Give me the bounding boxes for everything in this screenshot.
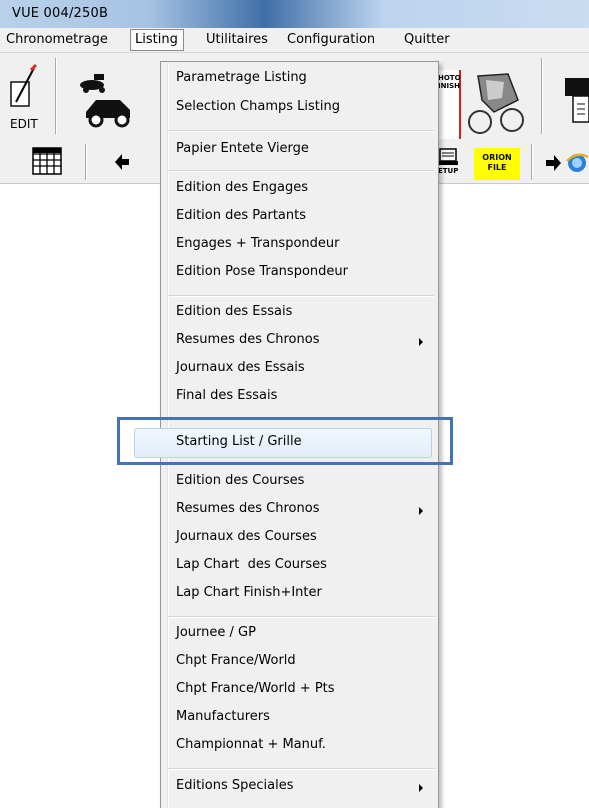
menu-quitter[interactable]: Quitter xyxy=(404,32,450,47)
menu-item-lap-chart-des-courses[interactable]: Lap Chart des Courses xyxy=(176,557,327,572)
menu-item-lap-chart-finish-inter[interactable]: Lap Chart Finish+Inter xyxy=(176,585,322,600)
menu-item-chpt-france-world-pts[interactable]: Chpt France/World + Pts xyxy=(176,681,335,696)
orion-file-button[interactable]: ORION FILE xyxy=(474,148,520,180)
menu-item-resumes-des-chronos-essais[interactable]: Resumes des Chronos xyxy=(176,332,319,347)
menu-utilitaires[interactable]: Utilitaires xyxy=(206,32,268,47)
menu-item-edition-des-essais[interactable]: Edition des Essais xyxy=(176,304,292,319)
menu-item-engages-transpondeur[interactable]: Engages + Transpondeur xyxy=(176,236,339,251)
menu-separator xyxy=(168,130,434,132)
edit-label: EDIT xyxy=(10,117,38,131)
arrow-left-icon xyxy=(115,154,129,170)
menu-item-papier-entete-vierge[interactable]: Papier Entete Vierge xyxy=(176,141,309,156)
motorcycle-car-icon xyxy=(80,74,130,128)
orion-file-label: ORION FILE xyxy=(482,153,512,172)
menu-chronometrage[interactable]: Chronometrage xyxy=(6,32,108,47)
menu-separator xyxy=(168,170,434,172)
menu-item-parametrage-listing[interactable]: Parametrage Listing xyxy=(176,70,307,85)
menu-item-selection-champs-listing[interactable]: Selection Champs Listing xyxy=(176,99,340,114)
menu-item-edition-des-engages[interactable]: Edition des Engages xyxy=(176,180,308,195)
menu-listing[interactable]: Listing xyxy=(130,29,184,51)
menu-item-edition-des-partants[interactable]: Edition des Partants xyxy=(176,208,306,223)
submenu-arrow-icon xyxy=(419,338,423,346)
printer-button[interactable] xyxy=(565,74,589,124)
menu-item-resumes-des-chronos-courses[interactable]: Resumes des Chronos xyxy=(176,501,319,516)
arrow-ie-icon xyxy=(546,153,589,172)
setup-label: ETUP xyxy=(438,167,459,175)
toolbar-separator xyxy=(531,144,532,180)
setup-button[interactable]: ETUP xyxy=(438,147,464,179)
window-title: VUE 004/250B xyxy=(12,6,109,21)
toolbar-separator xyxy=(85,144,86,180)
menu-separator xyxy=(168,295,434,297)
submenu-arrow-icon xyxy=(419,507,423,515)
menu-bar: Chronometrage Listing Utilitaires Config… xyxy=(0,28,589,53)
menu-item-journee-gp[interactable]: Journee / GP xyxy=(176,625,256,640)
menu-item-manufacturers[interactable]: Manufacturers xyxy=(176,709,270,724)
menu-configuration[interactable]: Configuration xyxy=(287,32,375,47)
submenu-arrow-icon xyxy=(419,784,423,792)
menu-item-edition-pose-transpondeur[interactable]: Edition Pose Transpondeur xyxy=(176,264,348,279)
highlight-annotation-frame xyxy=(117,417,453,465)
printer-icon xyxy=(565,78,589,123)
title-bar: VUE 004/250B xyxy=(0,0,589,28)
toolbar-separator xyxy=(541,58,542,134)
menu-item-final-des-essais[interactable]: Final des Essais xyxy=(176,388,277,403)
menu-separator xyxy=(168,768,434,770)
grid-button[interactable] xyxy=(32,147,62,175)
menu-item-editions-speciales[interactable]: Editions Speciales xyxy=(176,778,294,793)
menu-item-chpt-france-world[interactable]: Chpt France/World xyxy=(176,653,296,668)
vehicles-button[interactable] xyxy=(78,70,134,132)
menu-item-journaux-des-essais[interactable]: Journaux des Essais xyxy=(176,360,305,375)
toolbar-separator xyxy=(55,58,56,134)
menu-item-journaux-des-courses[interactable]: Journaux des Courses xyxy=(176,529,317,544)
menu-separator xyxy=(168,616,434,618)
menu-item-edition-des-courses[interactable]: Edition des Courses xyxy=(176,473,304,488)
setup-icon xyxy=(438,148,458,165)
internet-button[interactable] xyxy=(546,151,589,175)
menu-item-championnat-manuf[interactable]: Championnat + Manuf. xyxy=(176,737,326,752)
back-button[interactable] xyxy=(115,153,129,171)
photo-finish-label: HOTO INISH xyxy=(438,74,461,90)
grid-icon xyxy=(32,147,62,175)
